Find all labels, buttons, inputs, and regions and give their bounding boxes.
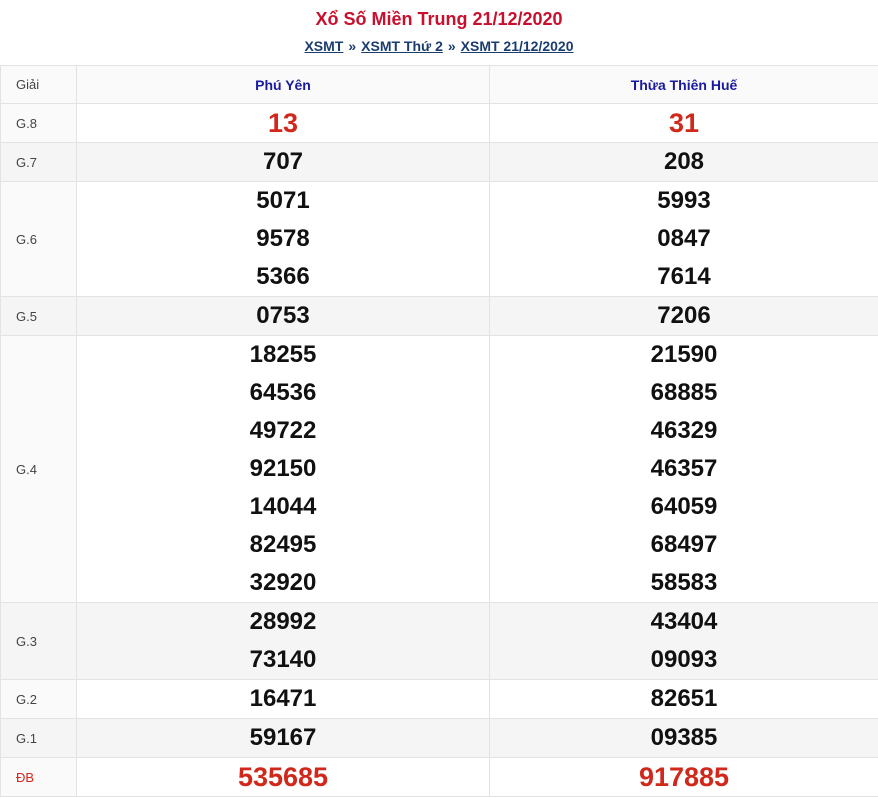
result-number: 14044 <box>249 493 317 520</box>
result-number: 59167 <box>249 724 317 751</box>
result-number: 5071 <box>256 187 310 214</box>
table-row: G.1 59167 09385 <box>0 718 878 758</box>
result-number: 82495 <box>249 531 317 558</box>
phu-yen-cell: 59167 <box>76 718 490 758</box>
table-row: G.2 16471 82651 <box>0 679 878 719</box>
column-header-thua-thien-hue: Thừa Thiên Huế <box>489 65 878 104</box>
phu-yen-cell: 13 <box>76 103 490 143</box>
result-number: 16471 <box>249 685 317 712</box>
thua-thien-hue-cell: 31 <box>489 103 878 143</box>
result-number: 18255 <box>249 341 317 368</box>
result-number: 58583 <box>650 569 718 596</box>
phu-yen-cell: 5071 9578 5366 <box>76 181 490 297</box>
results-table: Giải Phú Yên Thừa Thiên Huế G.8 13 31 G.7 70… <box>0 65 878 797</box>
breadcrumb-xsmt-date[interactable]: XSMT 21/12/2020 <box>461 38 574 54</box>
result-number: 49722 <box>249 417 317 444</box>
prize-label: G.5 <box>0 296 77 336</box>
thua-thien-hue-cell: 09385 <box>489 718 878 758</box>
result-number: 46357 <box>650 455 718 482</box>
result-number: 64536 <box>249 379 317 406</box>
result-number: 21590 <box>650 341 718 368</box>
table-header-row: Giải Phú Yên Thừa Thiên Huế <box>0 65 878 104</box>
result-number: 707 <box>262 148 304 175</box>
column-header-prize: Giải <box>0 65 77 104</box>
result-number: 9578 <box>256 225 310 252</box>
table-row: ĐB 535685 917885 <box>0 757 878 797</box>
table-row: G.4 18255 64536 49722 92150 14044 82495 32920 21… <box>0 335 878 603</box>
result-number: 43404 <box>650 608 718 635</box>
result-number: 09385 <box>650 724 718 751</box>
prize-label: G.6 <box>0 181 77 297</box>
thua-thien-hue-cell: 82651 <box>489 679 878 719</box>
phu-yen-cell: 0753 <box>76 296 490 336</box>
result-number: 92150 <box>249 455 317 482</box>
result-number: 31 <box>668 108 700 138</box>
table-row: G.8 13 31 <box>0 103 878 143</box>
result-number: 13 <box>267 108 299 138</box>
prize-label: G.1 <box>0 718 77 758</box>
page-title: Xổ Số Miền Trung 21/12/2020 <box>315 9 563 29</box>
result-number: 0847 <box>657 225 711 252</box>
prize-label: G.3 <box>0 602 77 680</box>
result-number: 09093 <box>650 646 718 673</box>
prize-label: G.2 <box>0 679 77 719</box>
breadcrumb: XSMT » XSMT Thứ 2» XSMT 21/12/2020 <box>0 37 878 55</box>
result-number: 0753 <box>256 302 310 329</box>
prize-label: ĐB <box>0 757 77 797</box>
result-number: 28992 <box>249 608 317 635</box>
thua-thien-hue-cell: 208 <box>489 142 878 182</box>
result-number: 7206 <box>657 302 711 329</box>
result-number: 32920 <box>249 569 317 596</box>
column-header-phu-yen: Phú Yên <box>76 65 490 104</box>
page-header: Xổ Số Miền Trung 21/12/2020 XSMT » XSMT Th… <box>0 0 878 65</box>
phu-yen-cell: 16471 <box>76 679 490 719</box>
thua-thien-hue-cell: 917885 <box>489 757 878 797</box>
breadcrumb-xsmt-thu-2[interactable]: XSMT Thứ 2 <box>361 38 443 54</box>
thua-thien-hue-cell: 7206 <box>489 296 878 336</box>
phu-yen-cell: 707 <box>76 142 490 182</box>
result-number: 68497 <box>650 531 718 558</box>
prize-label: G.8 <box>0 103 77 143</box>
prize-label: G.4 <box>0 335 77 603</box>
result-number: 7614 <box>657 263 711 290</box>
result-number: 73140 <box>249 646 317 673</box>
table-row: G.6 5071 9578 5366 5993 0847 7614 <box>0 181 878 297</box>
result-number: 82651 <box>650 685 718 712</box>
breadcrumb-xsmt[interactable]: XSMT <box>304 38 343 54</box>
result-number: 46329 <box>650 417 718 444</box>
result-number: 535685 <box>237 762 329 792</box>
table-row: G.5 0753 7206 <box>0 296 878 336</box>
thua-thien-hue-cell: 5993 0847 7614 <box>489 181 878 297</box>
result-number: 5993 <box>657 187 711 214</box>
phu-yen-cell: 18255 64536 49722 92150 14044 82495 32920 <box>76 335 490 603</box>
result-number: 64059 <box>650 493 718 520</box>
table-row: G.3 28992 73140 43404 09093 <box>0 602 878 680</box>
breadcrumb-separator: » <box>447 38 456 54</box>
result-number: 917885 <box>638 762 730 792</box>
result-number: 5366 <box>256 263 310 290</box>
thua-thien-hue-cell: 21590 68885 46329 46357 64059 68497 58583 <box>489 335 878 603</box>
breadcrumb-separator: » <box>348 38 357 54</box>
table-row: G.7 707 208 <box>0 142 878 182</box>
phu-yen-cell: 535685 <box>76 757 490 797</box>
prize-label: G.7 <box>0 142 77 182</box>
result-number: 208 <box>663 148 705 175</box>
thua-thien-hue-cell: 43404 09093 <box>489 602 878 680</box>
result-number: 68885 <box>650 379 718 406</box>
phu-yen-cell: 28992 73140 <box>76 602 490 680</box>
